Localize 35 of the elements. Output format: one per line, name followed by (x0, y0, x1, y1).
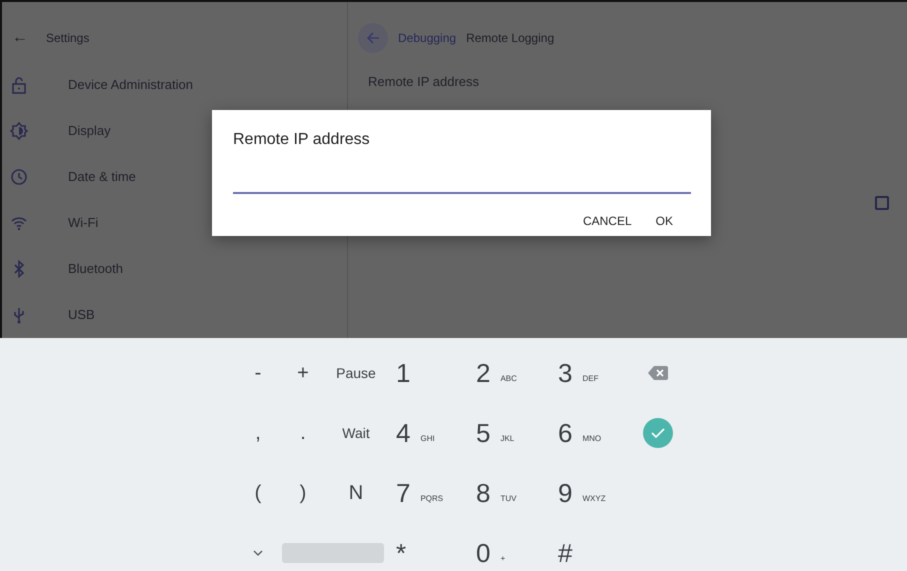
dialog-button[interactable]: OK (646, 206, 683, 236)
key[interactable]: 1 (386, 343, 466, 403)
lock-icon (10, 76, 28, 94)
key[interactable]: , (236, 403, 280, 463)
key[interactable]: 0 + (466, 523, 548, 571)
brightness-icon (10, 122, 28, 140)
key[interactable]: 3 DEF (548, 343, 628, 403)
back-arrow-icon (365, 30, 381, 46)
key[interactable]: 2 ABC (466, 343, 548, 403)
key[interactable]: * (386, 523, 466, 571)
key[interactable]: Pause (326, 343, 386, 403)
breadcrumb-item: Remote Logging (466, 30, 554, 47)
key[interactable]: 9 WXYZ (548, 463, 628, 523)
key[interactable]: # (548, 523, 628, 571)
dialog-button[interactable]: CANCEL (572, 206, 642, 236)
key[interactable]: 8 TUV (466, 463, 548, 523)
check-icon (643, 418, 673, 448)
dialog-title: Remote IP address (233, 130, 370, 150)
key[interactable]: - (236, 343, 280, 403)
back-button[interactable] (358, 23, 388, 53)
key[interactable]: 4 GHI (386, 403, 466, 463)
key[interactable]: 7 PQRS (386, 463, 466, 523)
panel-title: Settings (46, 30, 90, 47)
key[interactable]: ) (280, 463, 326, 523)
checkbox[interactable] (875, 196, 889, 210)
chevron-down-icon (253, 550, 263, 556)
key[interactable]: N (326, 463, 386, 523)
key[interactable]: + (280, 343, 326, 403)
backspace-icon (648, 366, 668, 380)
key[interactable]: ( (236, 463, 280, 523)
key[interactable]: 6 MNO (548, 403, 628, 463)
key[interactable]: 5 JKL (466, 403, 548, 463)
key[interactable]: . (280, 403, 326, 463)
key[interactable]: Wait (326, 403, 386, 463)
clock-icon (10, 168, 28, 186)
